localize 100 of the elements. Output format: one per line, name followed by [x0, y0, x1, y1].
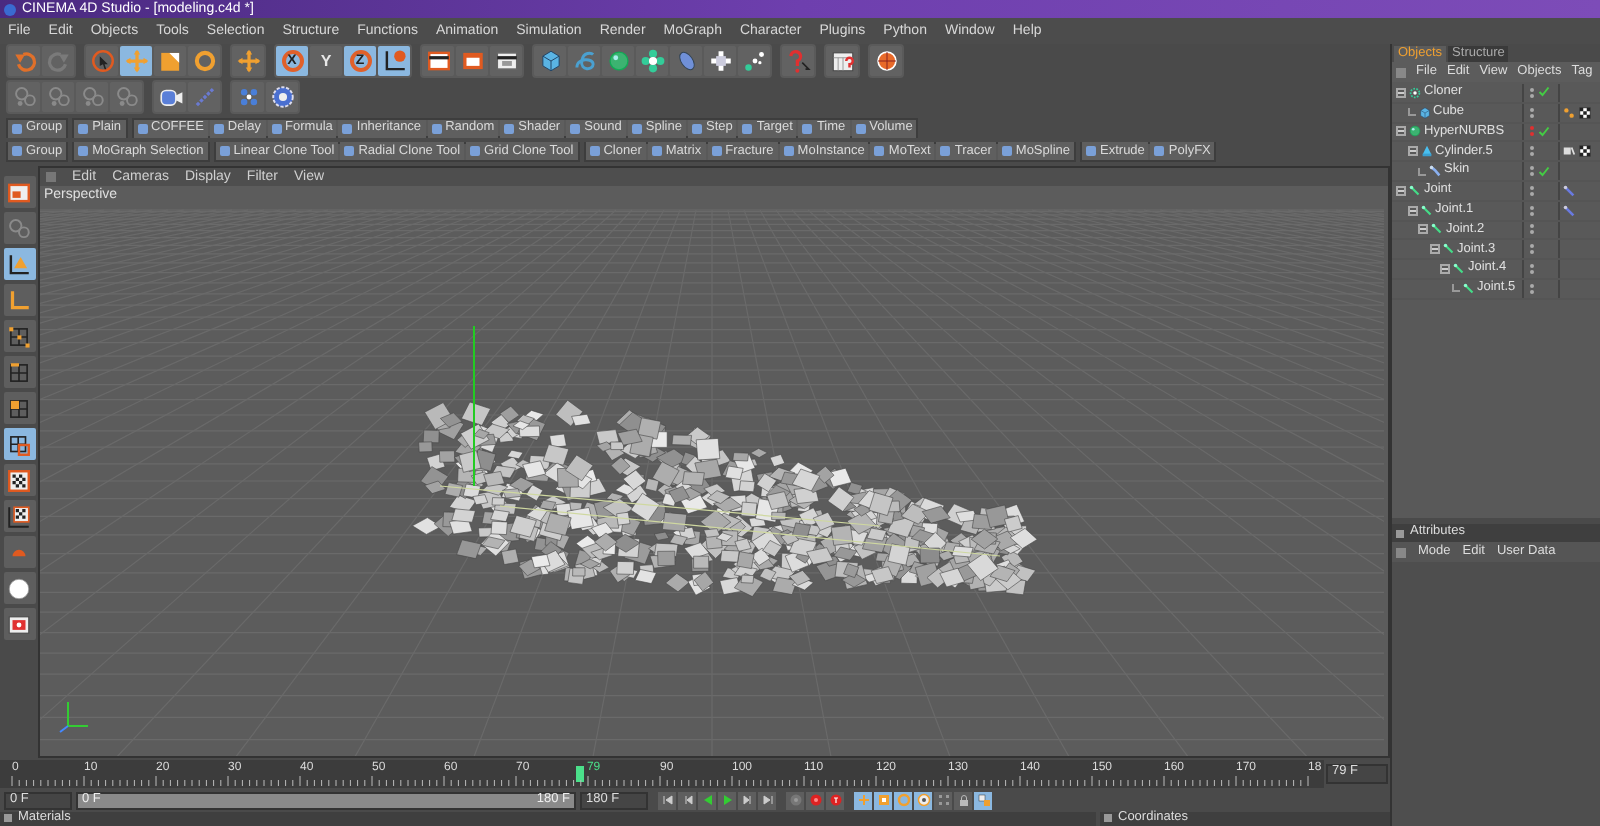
collapse-toggle-icon[interactable]	[1396, 185, 1406, 196]
disabled-tool-icon	[6, 215, 32, 242]
toolbar-button[interactable]	[456, 46, 488, 77]
toolbar-button[interactable]	[704, 46, 736, 77]
toolbar-button[interactable]	[422, 46, 454, 77]
diagonal-line-icon	[191, 84, 217, 111]
rotate-ring-icon	[191, 48, 217, 75]
tool-icon	[137, 123, 148, 134]
playback-button[interactable]	[786, 791, 804, 810]
play-icon	[719, 792, 735, 809]
playback-button[interactable]	[806, 791, 824, 810]
polygon-grid-icon	[6, 395, 32, 422]
checker-icon	[6, 467, 32, 494]
toolbar-button[interactable]	[3, 608, 35, 641]
playhead-marker[interactable]	[576, 765, 585, 782]
tool-icon	[1001, 146, 1012, 157]
toolbar-button[interactable]	[3, 500, 35, 533]
scale-square-icon	[875, 792, 891, 809]
tool-icon	[470, 146, 481, 157]
toolbar-button[interactable]	[3, 248, 35, 281]
toolbar-button[interactable]	[3, 428, 35, 461]
dots-icon	[741, 48, 767, 75]
record-icon	[827, 792, 843, 809]
axis-globe-icon	[381, 48, 407, 75]
playback-button[interactable]	[678, 791, 696, 810]
playback-button[interactable]	[698, 791, 716, 810]
playback-button[interactable]	[758, 791, 776, 810]
toolbar-button[interactable]	[3, 176, 35, 209]
app-logo-icon	[4, 3, 16, 15]
phong-tag-icon	[1562, 105, 1576, 120]
spline-curve-icon	[571, 48, 597, 75]
cursor-circle-icon	[89, 48, 115, 75]
enable-check[interactable]	[1538, 86, 1550, 99]
flower-icon	[639, 48, 665, 75]
menu-icon	[1396, 547, 1406, 557]
key-mode-button[interactable]	[854, 791, 872, 810]
tool-icon	[742, 123, 753, 134]
checker-tag-icon	[1578, 144, 1592, 159]
enable-check[interactable]	[1538, 125, 1550, 138]
sphere-icon	[1408, 124, 1422, 139]
collapse-toggle-icon[interactable]	[1396, 126, 1406, 137]
cone-icon	[1419, 144, 1433, 159]
cube-icon	[537, 48, 563, 75]
collapse-toggle-icon[interactable]	[1396, 87, 1406, 98]
tool-icon	[344, 146, 355, 157]
axis-toggle-button[interactable]: Y	[310, 46, 342, 77]
bone-icon	[1419, 203, 1433, 218]
key-mode-button[interactable]	[874, 791, 892, 810]
menu-icon	[46, 172, 56, 183]
collapse-toggle-icon[interactable]	[1429, 244, 1439, 255]
toolbar-button[interactable]	[154, 82, 186, 113]
key-mode-button[interactable]	[974, 791, 992, 810]
playback-button[interactable]	[718, 791, 736, 810]
tool-icon	[783, 146, 794, 157]
axis-triangle-icon	[6, 251, 32, 278]
toolbar-button[interactable]	[378, 46, 410, 77]
curved-arrow-icon	[45, 48, 71, 75]
collapse-toggle-icon[interactable]	[1407, 146, 1417, 157]
ik-tag-icon	[1562, 203, 1576, 218]
playback-button[interactable]	[658, 791, 676, 810]
collapse-toggle-icon[interactable]	[1440, 264, 1450, 275]
toolbar-button[interactable]	[3, 320, 35, 353]
axis-icon	[6, 287, 32, 314]
bone-icon	[1441, 242, 1455, 257]
sphere-icon	[605, 48, 631, 75]
panel-icon	[1396, 529, 1404, 537]
panel-icon	[4, 814, 12, 823]
key-mode-button[interactable]	[954, 791, 972, 810]
key-mode-button[interactable]	[914, 791, 932, 810]
toolbar-button[interactable]	[738, 46, 770, 77]
circle-icon	[6, 575, 32, 602]
toolbar-button[interactable]	[3, 464, 35, 497]
tool-icon	[711, 146, 722, 157]
skip-end-icon	[759, 792, 775, 809]
playback-button[interactable]	[826, 791, 844, 810]
playback-button[interactable]	[738, 791, 756, 810]
menu-icon	[1396, 67, 1406, 77]
tool-icon	[802, 123, 813, 134]
enable-check[interactable]	[1538, 165, 1550, 178]
tool-icon	[342, 123, 353, 134]
clapboard-icon	[493, 48, 519, 75]
key-mode-button[interactable]	[894, 791, 912, 810]
toolbar-button[interactable]	[266, 82, 298, 113]
step-back-icon	[679, 792, 695, 809]
toolbar-button[interactable]	[154, 46, 186, 77]
toolbar-button[interactable]	[636, 46, 668, 77]
toolbar-button[interactable]	[3, 392, 35, 425]
clapboard-icon	[459, 48, 485, 75]
panel-icon	[1104, 814, 1112, 823]
tool-icon	[431, 123, 442, 134]
tool-icon	[78, 146, 89, 157]
collapse-toggle-icon[interactable]	[1418, 224, 1428, 235]
tool-icon	[271, 123, 282, 134]
collapse-toggle-icon[interactable]	[1407, 205, 1417, 216]
toolbar-button[interactable]	[490, 46, 522, 77]
play-back-icon	[699, 792, 715, 809]
rotate-ring-icon	[895, 792, 911, 809]
tool-icon	[570, 123, 581, 134]
ik-tag-icon	[1562, 183, 1576, 198]
toolbar-button[interactable]	[3, 572, 35, 605]
